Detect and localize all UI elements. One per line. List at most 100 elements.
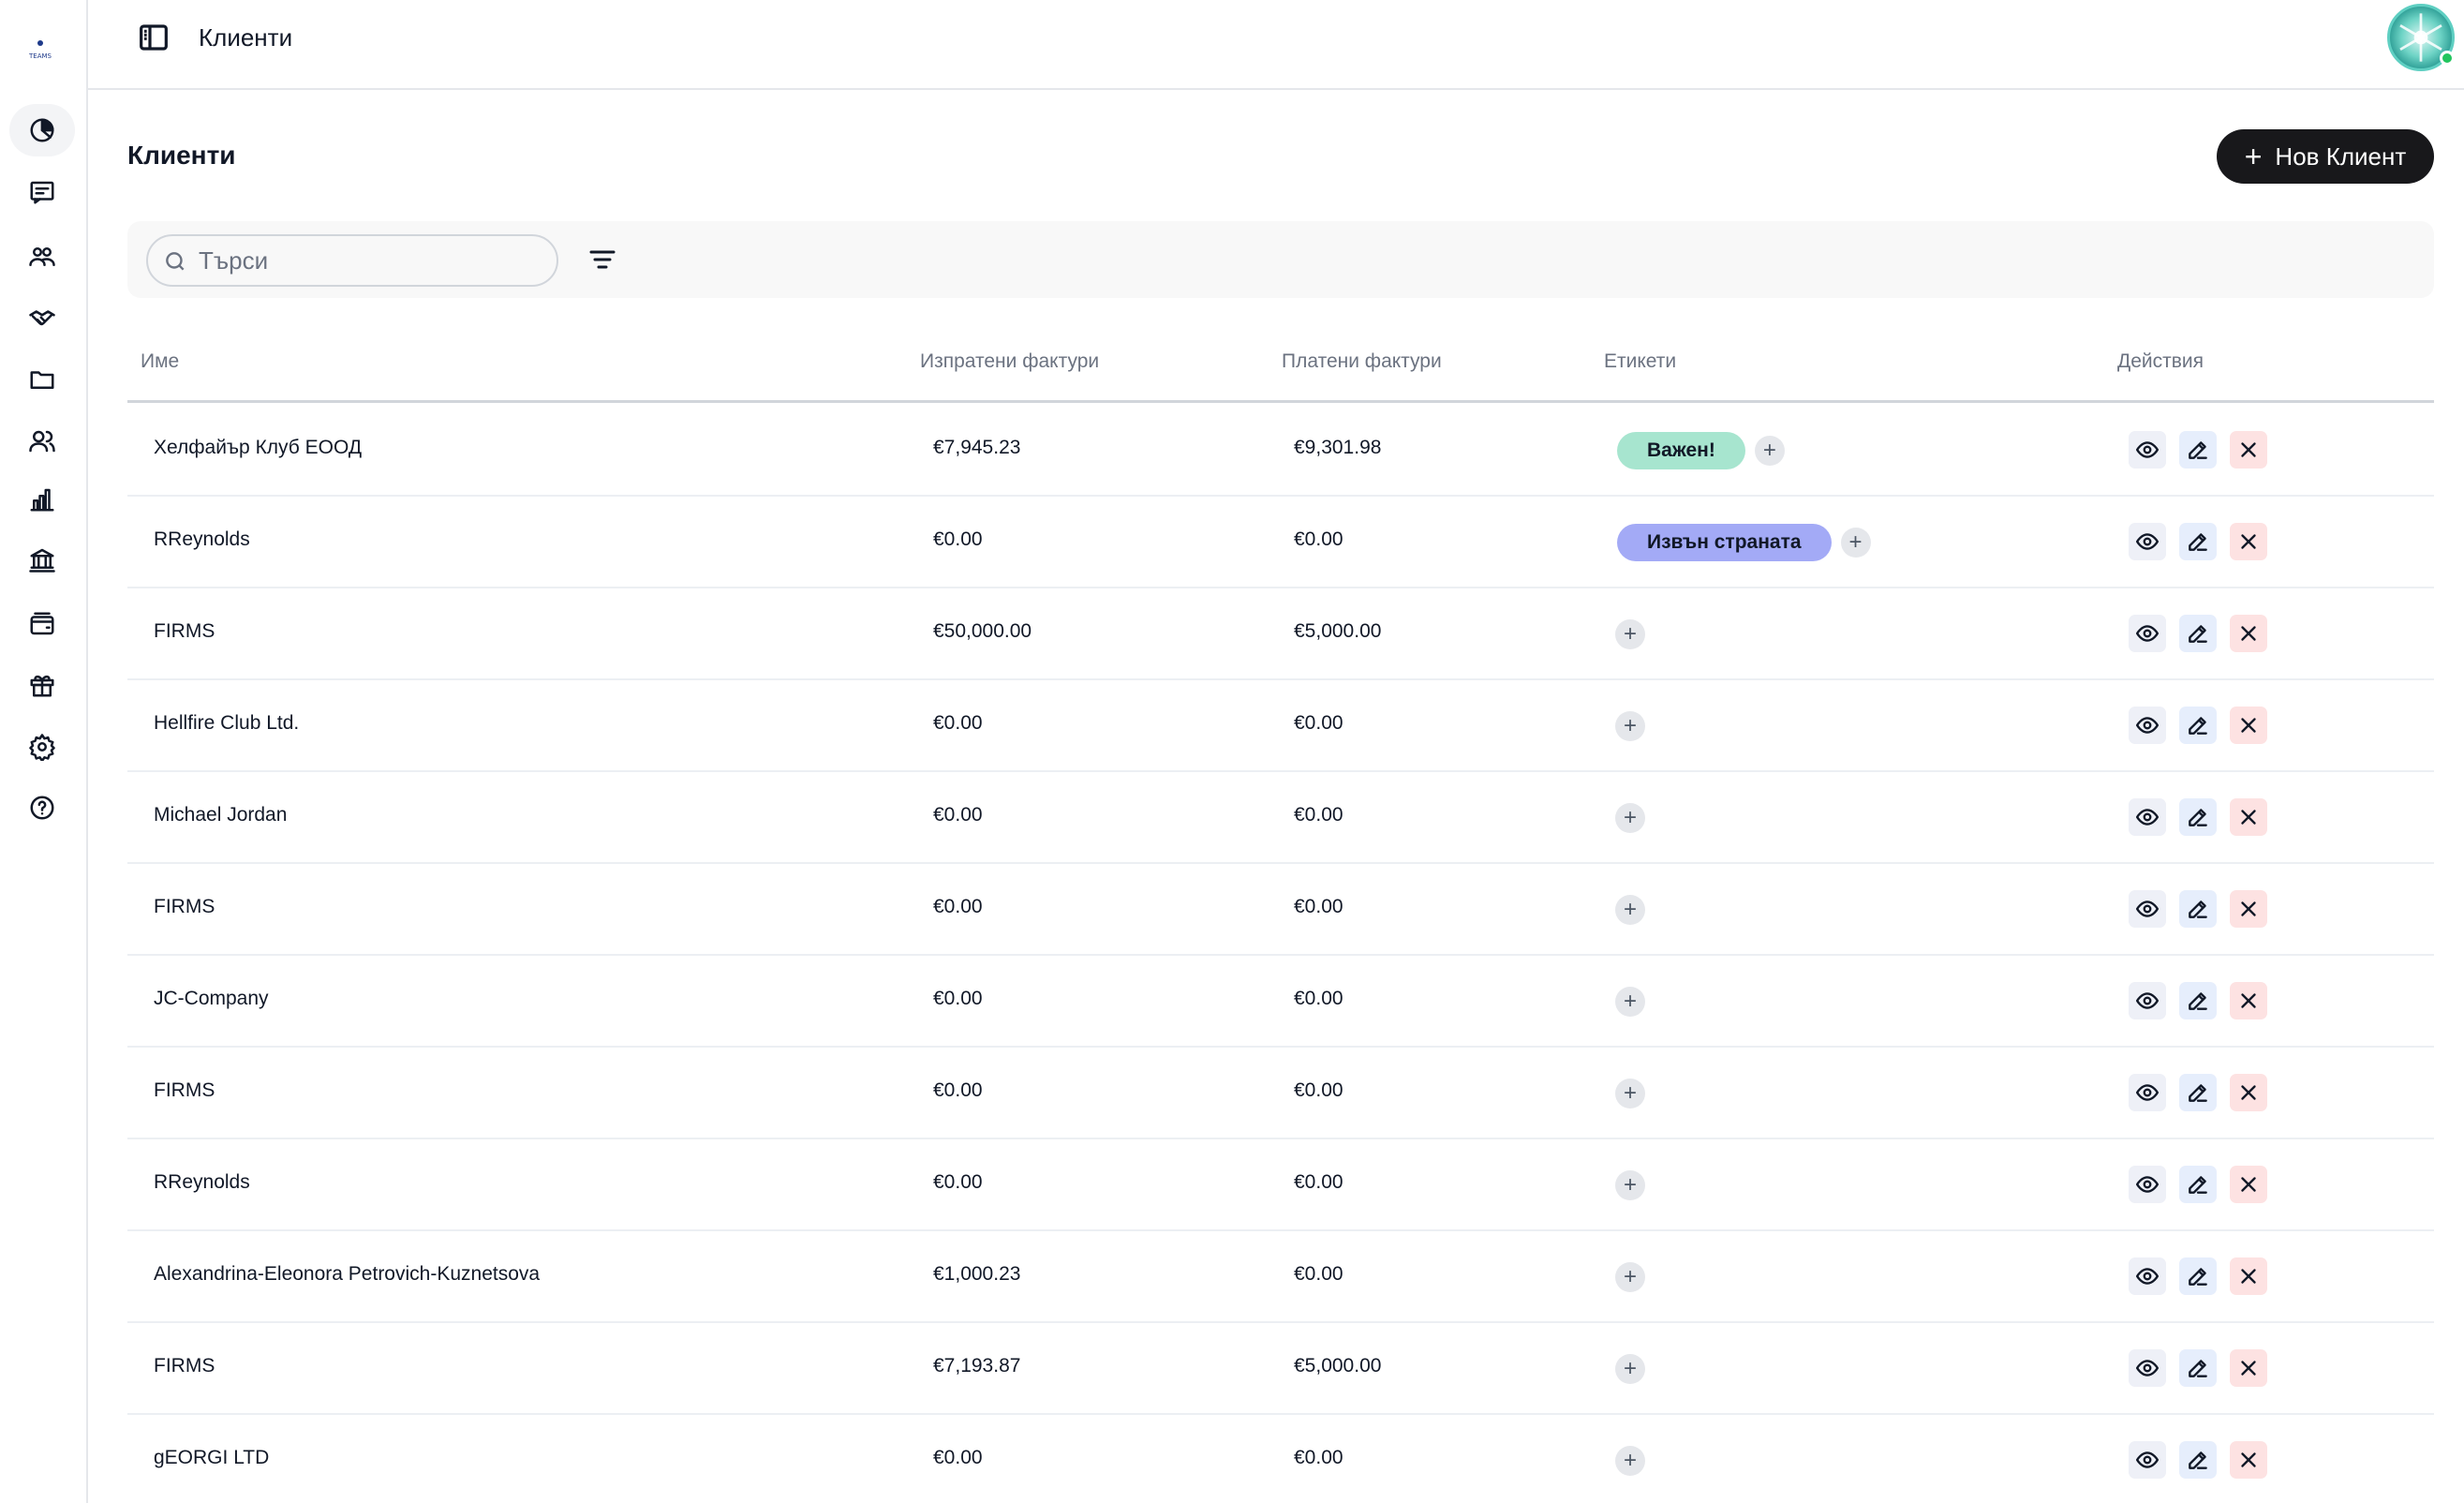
search-input[interactable]: [199, 244, 536, 277]
close-icon: [2241, 626, 2256, 641]
sidebar-item-dashboard[interactable]: [9, 104, 75, 156]
column-header-paid-invoices[interactable]: Платени фактури: [1282, 350, 1442, 373]
delete-button[interactable]: [2230, 1074, 2267, 1111]
edit-button[interactable]: [2179, 798, 2217, 836]
sidebar-item-wallet[interactable]: [9, 598, 75, 650]
delete-button[interactable]: [2230, 1257, 2267, 1295]
view-button[interactable]: [2129, 707, 2166, 744]
view-button[interactable]: [2129, 431, 2166, 469]
view-button[interactable]: [2129, 890, 2166, 928]
client-name[interactable]: FIRMS: [154, 620, 215, 643]
edit-button[interactable]: [2179, 1441, 2217, 1479]
client-name[interactable]: FIRMS: [154, 1355, 215, 1377]
table-row[interactable]: gEORGI LTD €0.00 €0.00 +: [127, 1415, 2434, 1503]
table-row[interactable]: FIRMS €0.00 €0.00 +: [127, 864, 2434, 956]
view-button[interactable]: [2129, 523, 2166, 560]
view-button[interactable]: [2129, 1166, 2166, 1203]
client-name[interactable]: RReynolds: [154, 528, 250, 551]
delete-button[interactable]: [2230, 1349, 2267, 1387]
delete-button[interactable]: [2230, 523, 2267, 560]
table-row[interactable]: Alexandrina-Eleonora Petrovich-Kuznetsov…: [127, 1231, 2434, 1323]
table-row[interactable]: FIRMS €0.00 €0.00 +: [127, 1048, 2434, 1139]
sidebar-item-partners[interactable]: [9, 292, 75, 345]
new-client-button[interactable]: + Нов Клиент: [2217, 129, 2434, 184]
sidebar-item-documents[interactable]: [9, 353, 75, 406]
sidebar-item-bank[interactable]: [9, 533, 75, 586]
add-tag-button[interactable]: +: [1615, 895, 1645, 925]
edit-button[interactable]: [2179, 1074, 2217, 1111]
add-tag-button[interactable]: +: [1615, 1262, 1645, 1292]
column-header-sent-invoices[interactable]: Изпратени фактури: [920, 350, 1099, 373]
edit-button[interactable]: [2179, 1349, 2217, 1387]
edit-button[interactable]: [2179, 982, 2217, 1019]
delete-button[interactable]: [2230, 798, 2267, 836]
sidebar-item-invoices[interactable]: [9, 166, 75, 218]
client-name[interactable]: Хелфайър Клуб ЕООД: [154, 437, 362, 459]
edit-button[interactable]: [2179, 1166, 2217, 1203]
edit-button[interactable]: [2179, 890, 2217, 928]
tags-cell: +: [1615, 798, 1645, 838]
sent-invoices-amount: €0.00: [933, 1171, 983, 1193]
sidebar-item-settings[interactable]: [9, 721, 75, 773]
client-name[interactable]: Alexandrina-Eleonora Petrovich-Kuznetsov…: [154, 1263, 540, 1286]
table-row[interactable]: RReynolds €0.00 €0.00 +: [127, 1139, 2434, 1231]
table-row[interactable]: RReynolds €0.00 €0.00 Извън страната +: [127, 497, 2434, 588]
sidebar-item-team[interactable]: [9, 415, 75, 468]
sidebar-item-gifts[interactable]: [9, 659, 75, 711]
sidebar-toggle-button[interactable]: [137, 22, 171, 52]
add-tag-button[interactable]: +: [1615, 1170, 1645, 1200]
add-tag-button[interactable]: +: [1615, 1079, 1645, 1109]
tag-badge[interactable]: Важен!: [1617, 432, 1745, 469]
client-name[interactable]: gEORGI LTD: [154, 1447, 269, 1469]
view-button[interactable]: [2129, 615, 2166, 652]
tag-badge[interactable]: Извън страната: [1617, 524, 1832, 561]
add-tag-button[interactable]: +: [1615, 1446, 1645, 1476]
client-name[interactable]: Hellfire Club Ltd.: [154, 712, 299, 735]
edit-button[interactable]: [2179, 431, 2217, 469]
column-header-tags: Етикети: [1604, 350, 1677, 372]
sidebar-item-clients[interactable]: [9, 231, 75, 283]
table-row[interactable]: Хелфайър Клуб ЕООД €7,945.23 €9,301.98 В…: [127, 405, 2434, 497]
delete-button[interactable]: [2230, 1166, 2267, 1203]
view-button[interactable]: [2129, 1441, 2166, 1479]
table-row[interactable]: Michael Jordan €0.00 €0.00 +: [127, 772, 2434, 864]
edit-button[interactable]: [2179, 707, 2217, 744]
delete-button[interactable]: [2230, 707, 2267, 744]
edit-button[interactable]: [2179, 1257, 2217, 1295]
add-tag-button[interactable]: +: [1615, 987, 1645, 1017]
table-row[interactable]: FIRMS €7,193.87 €5,000.00 +: [127, 1323, 2434, 1415]
paid-invoices-amount: €5,000.00: [1294, 620, 1382, 642]
column-header-name[interactable]: Име: [141, 350, 179, 373]
client-name[interactable]: Michael Jordan: [154, 804, 287, 826]
delete-button[interactable]: [2230, 431, 2267, 469]
client-name[interactable]: JC-Company: [154, 988, 269, 1010]
view-button[interactable]: [2129, 982, 2166, 1019]
delete-button[interactable]: [2230, 890, 2267, 928]
add-tag-button[interactable]: +: [1615, 711, 1645, 741]
view-button[interactable]: [2129, 798, 2166, 836]
table-row[interactable]: Hellfire Club Ltd. €0.00 €0.00 +: [127, 680, 2434, 772]
client-name[interactable]: FIRMS: [154, 1079, 215, 1102]
company-logo[interactable]: TEAMS: [26, 36, 54, 64]
delete-button[interactable]: [2230, 1441, 2267, 1479]
edit-button[interactable]: [2179, 523, 2217, 560]
sidebar-item-help[interactable]: [9, 781, 75, 834]
add-tag-button[interactable]: +: [1840, 528, 1871, 558]
view-button[interactable]: [2129, 1257, 2166, 1295]
add-tag-button[interactable]: +: [1615, 1354, 1645, 1384]
delete-button[interactable]: [2230, 982, 2267, 1019]
edit-button[interactable]: [2179, 615, 2217, 652]
gift-icon: [30, 675, 54, 697]
table-row[interactable]: JC-Company €0.00 €0.00 +: [127, 956, 2434, 1048]
view-button[interactable]: [2129, 1074, 2166, 1111]
add-tag-button[interactable]: +: [1615, 803, 1645, 833]
table-row[interactable]: FIRMS €50,000.00 €5,000.00 +: [127, 588, 2434, 680]
filter-button[interactable]: [585, 242, 620, 277]
sidebar-item-reports[interactable]: [9, 473, 75, 526]
client-name[interactable]: FIRMS: [154, 896, 215, 918]
delete-button[interactable]: [2230, 615, 2267, 652]
client-name[interactable]: RReynolds: [154, 1171, 250, 1194]
add-tag-button[interactable]: +: [1754, 436, 1785, 466]
add-tag-button[interactable]: +: [1615, 619, 1645, 649]
view-button[interactable]: [2129, 1349, 2166, 1387]
